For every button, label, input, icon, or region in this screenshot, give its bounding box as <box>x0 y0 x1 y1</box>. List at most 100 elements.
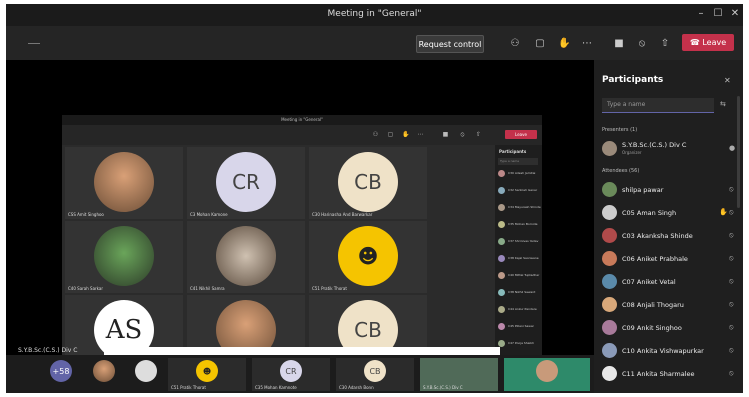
initials-avatar: CR <box>216 152 276 212</box>
tile-name: C30 Harinasha And Barwarkar <box>312 212 373 217</box>
video-tile <box>504 358 590 391</box>
list-item: C37 Shrinivas Yadav <box>498 235 541 248</box>
tile-name: CSS Amit Singhoo <box>68 212 104 217</box>
chat-icon[interactable]: ▢ <box>534 38 546 50</box>
raise-hand-icon[interactable]: ✋ <box>558 38 570 50</box>
list-item: C38 Kajal Saonwane <box>498 252 541 265</box>
cat-photo-avatar <box>216 226 276 286</box>
stage-caption: S.Y.B.Sc.(C.S.) Div C <box>18 347 78 354</box>
avatar <box>602 297 617 312</box>
list-item-name: C34 Mayuresh Shinde <box>508 205 541 209</box>
minimize-icon[interactable]: – <box>695 8 707 19</box>
list-item-name: C37 Shrinivas Yadav <box>508 239 539 243</box>
participant-row[interactable]: shilpa pawar ⦸ <box>602 179 738 201</box>
video-tile: ☻ C51 Pratik Thorat <box>309 221 427 293</box>
more-options-icon[interactable]: ⋯ <box>581 38 593 50</box>
list-item-name: C38 Nikhil Sawant <box>508 290 536 294</box>
camera-icon[interactable]: ■ <box>613 38 625 50</box>
list-item: C35 Mohan Bornide <box>498 218 541 231</box>
participant-name: C10 Ankita Vishwapurkar <box>622 347 704 355</box>
list-item-name: C40 Mittal Tuptadhar <box>508 273 540 277</box>
participants-icon[interactable]: ⚇ <box>509 38 521 50</box>
avatar <box>498 221 505 228</box>
shared-panel-search: Type a name <box>498 158 538 165</box>
tile-name: C35 Mohan Kamnote <box>255 385 297 390</box>
tile-name: C41 Nikhil Samra <box>190 286 225 291</box>
attendees-header: Attendees (56) <box>602 168 640 174</box>
close-icon[interactable]: ✕ <box>724 76 731 85</box>
mic-off-icon[interactable]: ⦸ <box>636 38 648 50</box>
shared-camera-icon: ■ <box>442 131 449 138</box>
list-item: C45 Pillani Sawar <box>498 320 541 333</box>
avatar <box>498 187 505 194</box>
video-tile: CR C35 Mohan Kamnote <box>252 358 330 391</box>
person-icon: ☻ <box>338 226 398 286</box>
participant-row[interactable]: C10 Ankita Vishwapurkar ⦸ <box>602 340 738 362</box>
participant-row[interactable]: C05 Aman Singh ✋ ⦸ <box>602 202 738 224</box>
presenter-row[interactable]: S.Y.B.Sc.(C.S.) Div C Organizer ● <box>602 138 738 160</box>
mic-off-icon: ⦸ <box>729 346 734 354</box>
video-tile <box>126 358 166 391</box>
participant-name: S.Y.B.Sc.(C.S.) Div C <box>622 141 687 149</box>
initials-avatar: CR <box>280 360 302 382</box>
window-title: Meeting in "General" <box>327 9 422 19</box>
mic-off-icon: ⦸ <box>729 277 734 285</box>
dash-icon <box>28 43 40 44</box>
video-tile: CR C3 Mohan Kamone <box>187 147 305 219</box>
avatar <box>498 255 505 262</box>
list-item-name: C30 Adesh Jamitai <box>508 171 536 175</box>
video-tile: C41 Nikhil Samra <box>187 221 305 293</box>
shared-title: Meeting in "General" <box>62 115 542 125</box>
share-invite-icon[interactable]: ⇆ <box>720 100 726 108</box>
participant-row[interactable]: C06 Aniket Prabhale ⦸ <box>602 248 738 270</box>
participant-name: C11 Ankita Sharmalee <box>622 370 695 378</box>
list-item: C47 Pooja Shaikh <box>498 337 541 350</box>
shared-panel-title: Participants <box>499 149 527 154</box>
shared-share-icon: ⇧ <box>475 131 482 138</box>
bottom-video-strip: +58 ☻ C51 Pratik Thorat CR C35 Mohan Kam… <box>6 355 594 393</box>
tile-name: C40 Sarah Sarkar <box>68 286 104 291</box>
search-input[interactable]: Type a name <box>602 98 714 113</box>
photo-avatar <box>135 360 157 382</box>
list-item-name: C32 Santosh Ganar <box>508 188 538 192</box>
photo-avatar <box>93 360 115 382</box>
list-item-name: C38 Kajal Saonwane <box>508 256 539 260</box>
initials-avatar: CB <box>364 360 386 382</box>
leave-button[interactable]: ☎ Leave <box>682 34 734 51</box>
shared-leave-button: Leave <box>505 130 537 139</box>
list-item: C34 Mayuresh Shinde <box>498 201 541 214</box>
avatar <box>498 272 505 279</box>
participant-row[interactable]: C09 Ankit Singhoo ⦸ <box>602 317 738 339</box>
tile-name: C51 Pratik Thorat <box>312 286 347 291</box>
share-screen-icon[interactable]: ⇧ <box>659 38 671 50</box>
collage-avatar <box>94 152 154 212</box>
meeting-toolbar: Request control ⚇ ▢ ✋ ⋯ ■ ⦸ ⇧ ☎ Leave <box>6 26 743 60</box>
avatar <box>602 141 617 156</box>
participant-row[interactable]: C11 Ankita Sharmalee ⦸ <box>602 363 738 385</box>
participant-row[interactable]: C07 Aniket Vetal ⦸ <box>602 271 738 293</box>
mic-off-icon: ⦸ <box>729 369 734 377</box>
participant-name: C06 Aniket Prabhale <box>622 255 688 263</box>
mic-icon: ● <box>729 144 736 152</box>
request-control-button[interactable]: Request control <box>416 35 484 53</box>
list-item-name: C44 Ankur Pandare <box>508 307 537 311</box>
maximize-icon[interactable]: ☐ <box>712 8 724 19</box>
avatar <box>602 205 617 220</box>
mic-off-icon: ⦸ <box>729 185 734 193</box>
participant-name: C03 Akanksha Shinde <box>622 232 693 240</box>
participant-row[interactable]: C03 Akanksha Shinde ⦸ <box>602 225 738 247</box>
participant-role: Organizer <box>622 150 642 155</box>
avatar <box>498 289 505 296</box>
tile-name: S.Y.B.Sc.(C.S.) Div C <box>423 385 463 390</box>
presenters-header: Presenters (1) <box>602 127 638 133</box>
avatar <box>498 238 505 245</box>
avatar <box>498 306 505 313</box>
avatar <box>602 320 617 335</box>
participant-row[interactable]: C08 Anjali Thogaru ⦸ <box>602 294 738 316</box>
photo-avatar <box>94 226 154 286</box>
teams-window: Meeting in "General" – ☐ ✕ Request contr… <box>6 4 743 393</box>
video-tile: S.Y.B.Sc.(C.S.) Div C <box>420 358 498 391</box>
close-icon[interactable]: ✕ <box>729 8 741 19</box>
participant-name: C07 Aniket Vetal <box>622 278 676 286</box>
list-item-name: C45 Pillani Sawar <box>508 324 534 328</box>
